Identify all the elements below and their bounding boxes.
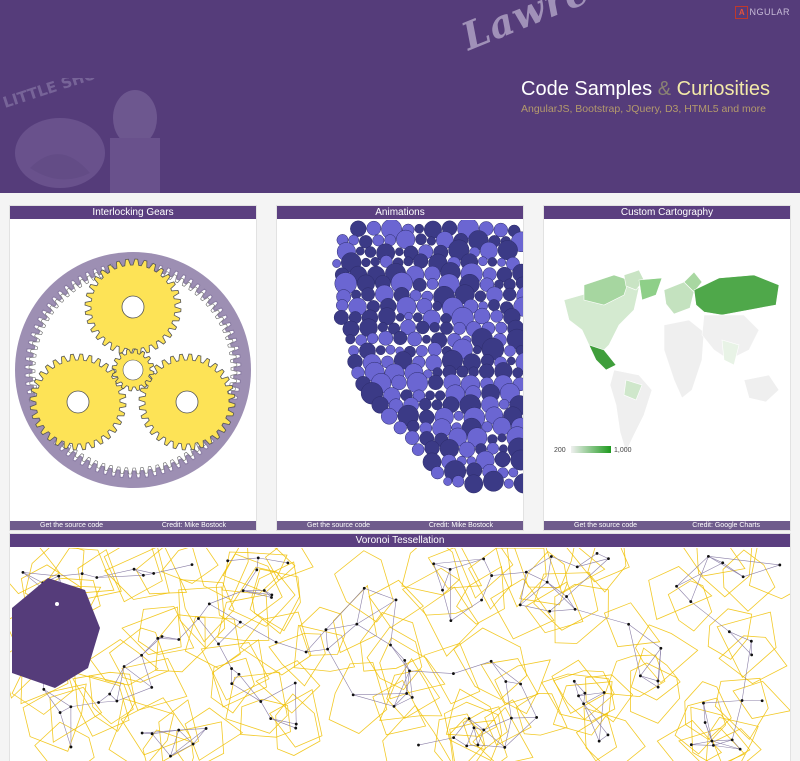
panel-title: Custom Cartography <box>544 206 790 219</box>
source-code-link[interactable]: Get the source code <box>307 521 370 530</box>
source-code-link[interactable]: Get the source code <box>574 521 637 530</box>
source-code-link[interactable]: Get the source code <box>40 521 103 530</box>
credit-link[interactable]: Credit: Mike Bostock <box>162 521 226 530</box>
panel-title: Interlocking Gears <box>10 206 256 219</box>
cartography-panel: Custom Cartography 200 1,000 Get the sou… <box>543 205 791 531</box>
map-legend-gradient <box>571 446 611 453</box>
panel-footer: Get the source code Credit: Mike Bostock <box>277 521 523 530</box>
angular-logo-icon: A <box>735 6 748 19</box>
voronoi-panel: Voronoi Tessellation <box>9 533 791 761</box>
panel-footer: Get the source code Credit: Mike Bostock <box>10 521 256 530</box>
credit-link[interactable]: Credit: Mike Bostock <box>429 521 493 530</box>
poster-image: LITTLE SHOP <box>0 78 215 193</box>
svg-text:1,000: 1,000 <box>614 447 632 454</box>
site-header: LITTLE SHOP ANGULAR Lawrence's Code Samp… <box>0 0 800 193</box>
panel-footer: Get the source code Credit: Google Chart… <box>544 521 790 530</box>
gears-panel: Interlocking Gears Get the source code C… <box>9 205 257 531</box>
svg-text:200: 200 <box>554 447 566 454</box>
panel-title: Voronoi Tessellation <box>10 534 790 547</box>
angular-badge[interactable]: ANGULAR <box>735 6 790 19</box>
site-title: Code Samples & Curiosities <box>521 78 770 101</box>
animation-visualization[interactable] <box>277 220 523 520</box>
world-map[interactable]: 200 1,000 <box>544 220 790 520</box>
gears-visualization[interactable] <box>10 220 256 520</box>
svg-text:LITTLE SHOP: LITTLE SHOP <box>1 78 109 112</box>
panel-title: Animations <box>277 206 523 219</box>
site-subtitle: AngularJS, Bootstrap, JQuery, D3, HTML5 … <box>521 103 766 115</box>
site-signature: Lawrence's <box>455 0 700 59</box>
credit-link[interactable]: Credit: Google Charts <box>692 521 760 530</box>
voronoi-visualization[interactable] <box>10 548 790 761</box>
animations-panel: Animations Get the source code Credit: M… <box>276 205 524 531</box>
voronoi-highlight-cell <box>12 578 100 688</box>
